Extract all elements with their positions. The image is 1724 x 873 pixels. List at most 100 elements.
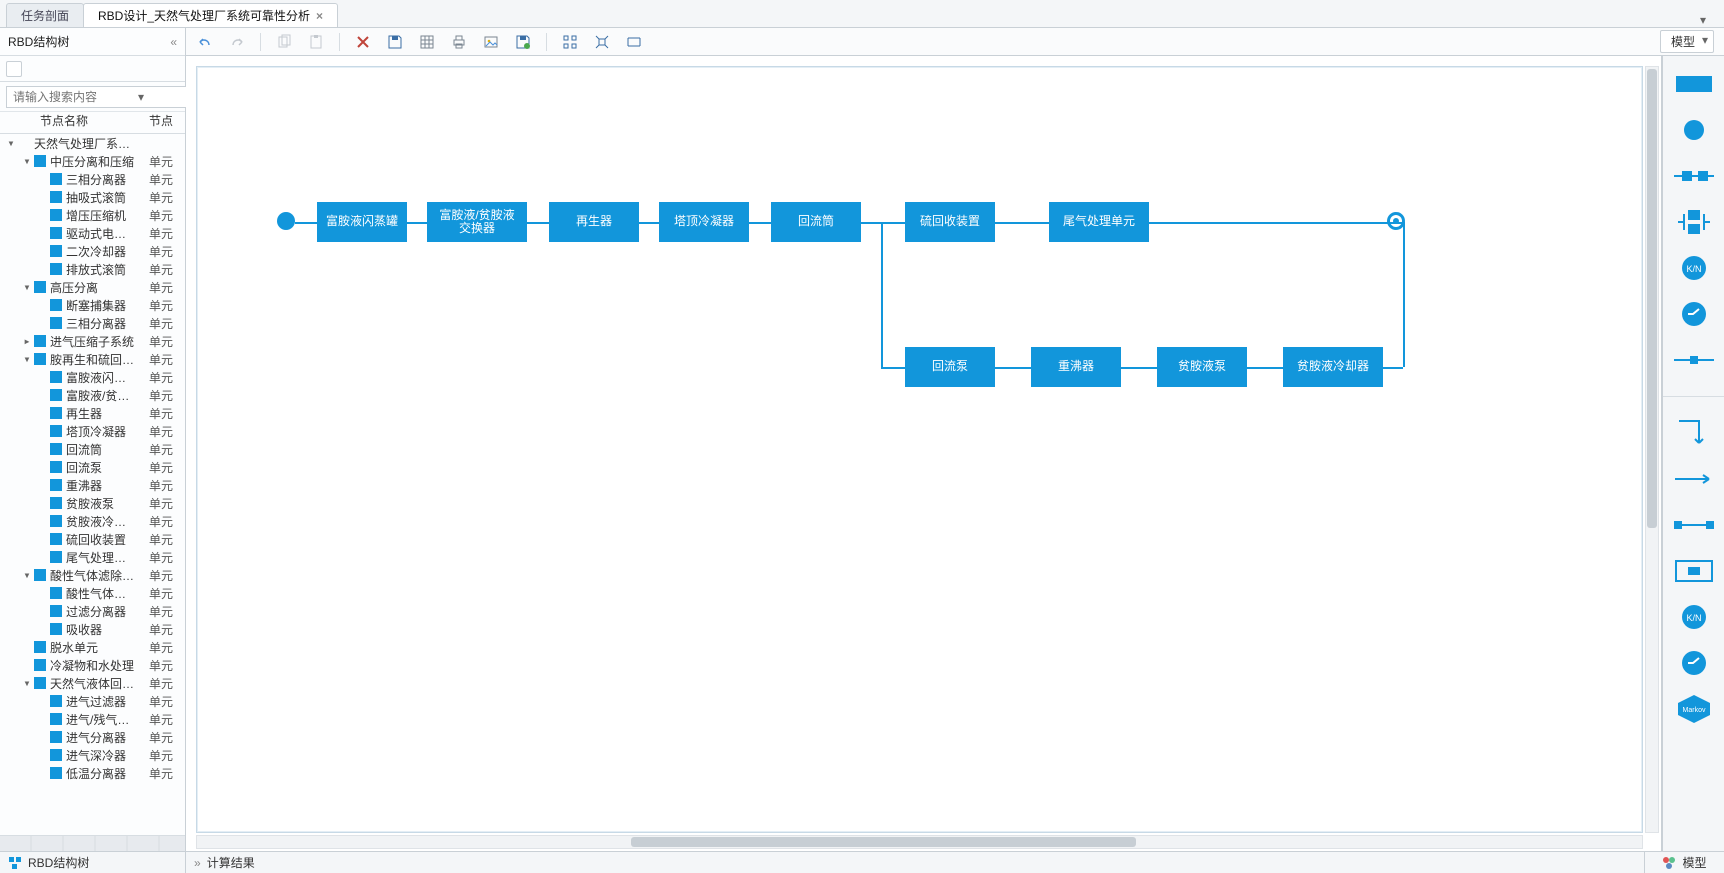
twisty-icon[interactable]: ▾ <box>22 676 32 690</box>
tree-row[interactable]: 进气过滤器单元 <box>0 692 185 710</box>
link[interactable] <box>881 367 905 369</box>
rbd-block[interactable]: 尾气处理单元 <box>1049 202 1149 242</box>
tree-row[interactable]: 断塞捕集器单元 <box>0 296 185 314</box>
rbd-block[interactable]: 再生器 <box>549 202 639 242</box>
twisty-icon[interactable]: ▾ <box>22 568 32 582</box>
tree-row[interactable]: 二次冷却器单元 <box>0 242 185 260</box>
tree-row[interactable]: ▾胺再生和硫回…单元 <box>0 350 185 368</box>
rbd-block[interactable]: 贫胺液冷却器 <box>1283 347 1383 387</box>
zoom-actual-icon[interactable] <box>593 33 611 51</box>
tree-row[interactable]: 贫胺液冷…单元 <box>0 512 185 530</box>
link[interactable] <box>527 222 549 224</box>
zoom-width-icon[interactable] <box>625 33 643 51</box>
palette-line[interactable] <box>1674 346 1714 374</box>
tab-rbd-design[interactable]: RBD设计_天然气处理厂系统可靠性分析 × <box>83 3 338 27</box>
link[interactable] <box>881 222 883 367</box>
tree-row[interactable]: 硫回收装置单元 <box>0 530 185 548</box>
sidebar-tool-1[interactable] <box>6 61 22 77</box>
tree[interactable]: ▾天然气处理厂系…▾中压分离和压缩单元三相分离器单元抽吸式滚筒单元增压压缩机单元… <box>0 134 185 835</box>
rbd-block[interactable]: 硫回收装置 <box>905 202 995 242</box>
tree-row[interactable]: 进气分离器单元 <box>0 728 185 746</box>
diagram-canvas[interactable]: 富胺液闪蒸罐富胺液/贫胺液交换器再生器塔顶冷凝器回流筒硫回收装置尾气处理单元回流… <box>196 66 1643 833</box>
tree-row[interactable]: ▾天然气液体回…单元 <box>0 674 185 692</box>
twisty-icon[interactable]: ▾ <box>22 154 32 168</box>
search-input[interactable] <box>6 86 187 108</box>
palette-two-way[interactable] <box>1674 511 1714 539</box>
tree-row[interactable]: 驱动式电…单元 <box>0 224 185 242</box>
image-icon[interactable] <box>482 33 500 51</box>
model-type-dropdown[interactable]: 模型 <box>1660 30 1714 53</box>
tree-row[interactable]: 富胺液/贫…单元 <box>0 386 185 404</box>
tab-overflow-menu[interactable]: ▾ <box>1688 13 1718 27</box>
palette-kofn-alt[interactable]: K/N <box>1674 603 1714 631</box>
tree-row[interactable]: ▾中压分离和压缩单元 <box>0 152 185 170</box>
tree-row[interactable]: ▾酸性气体滤除…单元 <box>0 566 185 584</box>
delete-icon[interactable] <box>354 33 372 51</box>
twisty-icon[interactable]: ▾ <box>6 136 16 150</box>
link[interactable] <box>995 222 1049 224</box>
h-scrollbar[interactable] <box>196 835 1643 849</box>
palette-series[interactable] <box>1674 162 1714 190</box>
status-left-tab[interactable]: RBD结构树 <box>0 852 186 873</box>
link[interactable] <box>1383 367 1403 369</box>
palette-switch[interactable] <box>1674 300 1714 328</box>
link[interactable] <box>295 222 317 224</box>
tree-row[interactable]: 重沸器单元 <box>0 476 185 494</box>
tree-row[interactable]: 贫胺液泵单元 <box>0 494 185 512</box>
save-as-icon[interactable] <box>514 33 532 51</box>
redo-icon[interactable] <box>228 33 246 51</box>
link[interactable] <box>1247 367 1283 369</box>
print-icon[interactable] <box>450 33 468 51</box>
rbd-block[interactable]: 塔顶冷凝器 <box>659 202 749 242</box>
palette-markov[interactable]: Markov <box>1674 695 1714 723</box>
tree-row[interactable]: 排放式滚筒单元 <box>0 260 185 278</box>
tree-row[interactable]: 进气深冷器单元 <box>0 746 185 764</box>
tree-row[interactable]: 回流筒单元 <box>0 440 185 458</box>
tree-h-scrollbar[interactable] <box>0 835 185 851</box>
tab-task-profile[interactable]: 任务剖面 <box>6 3 84 27</box>
undo-icon[interactable] <box>196 33 214 51</box>
palette-parallel[interactable] <box>1674 208 1714 236</box>
status-model-tab[interactable]: 模型 <box>1644 852 1724 873</box>
tree-row[interactable]: ▸进气压缩子系统单元 <box>0 332 185 350</box>
link[interactable] <box>995 367 1031 369</box>
tree-row[interactable]: ▾高压分离单元 <box>0 278 185 296</box>
tree-row[interactable]: 过滤分离器单元 <box>0 602 185 620</box>
rbd-block[interactable]: 富胺液/贫胺液交换器 <box>427 202 527 242</box>
close-icon[interactable]: × <box>316 9 323 23</box>
link[interactable] <box>407 222 427 224</box>
palette-arrow[interactable] <box>1674 465 1714 493</box>
rbd-block[interactable]: 重沸器 <box>1031 347 1121 387</box>
twisty-icon[interactable]: ▾ <box>22 352 32 366</box>
tree-row[interactable]: 三相分离器单元 <box>0 314 185 332</box>
link[interactable] <box>1121 367 1157 369</box>
tree-row[interactable]: 抽吸式滚筒单元 <box>0 188 185 206</box>
rbd-block[interactable]: 贫胺液泵 <box>1157 347 1247 387</box>
palette-kofn[interactable]: K/N <box>1674 254 1714 282</box>
tree-row[interactable]: 再生器单元 <box>0 404 185 422</box>
start-node[interactable] <box>277 212 295 230</box>
paste-icon[interactable] <box>307 33 325 51</box>
tree-row[interactable]: 富胺液闪…单元 <box>0 368 185 386</box>
palette-switch-alt[interactable] <box>1674 649 1714 677</box>
twisty-icon[interactable]: ▾ <box>22 280 32 294</box>
link[interactable] <box>639 222 659 224</box>
link[interactable] <box>1149 222 1387 224</box>
link[interactable] <box>1387 222 1405 224</box>
v-scrollbar[interactable] <box>1645 66 1659 833</box>
palette-container[interactable] <box>1674 557 1714 585</box>
zoom-fit-icon[interactable] <box>561 33 579 51</box>
save-icon[interactable] <box>386 33 404 51</box>
tree-row[interactable]: 脱水单元单元 <box>0 638 185 656</box>
palette-elbow[interactable] <box>1674 419 1714 447</box>
link[interactable] <box>1403 222 1405 367</box>
collapse-icon[interactable]: « <box>170 35 177 49</box>
link[interactable] <box>861 222 905 224</box>
rbd-block[interactable]: 富胺液闪蒸罐 <box>317 202 407 242</box>
tree-row[interactable]: 尾气处理…单元 <box>0 548 185 566</box>
palette-start-node[interactable] <box>1674 116 1714 144</box>
palette-block[interactable] <box>1674 70 1714 98</box>
tree-row[interactable]: 冷凝物和水处理单元 <box>0 656 185 674</box>
tree-row[interactable]: 低温分离器单元 <box>0 764 185 782</box>
tree-row[interactable]: 吸收器单元 <box>0 620 185 638</box>
